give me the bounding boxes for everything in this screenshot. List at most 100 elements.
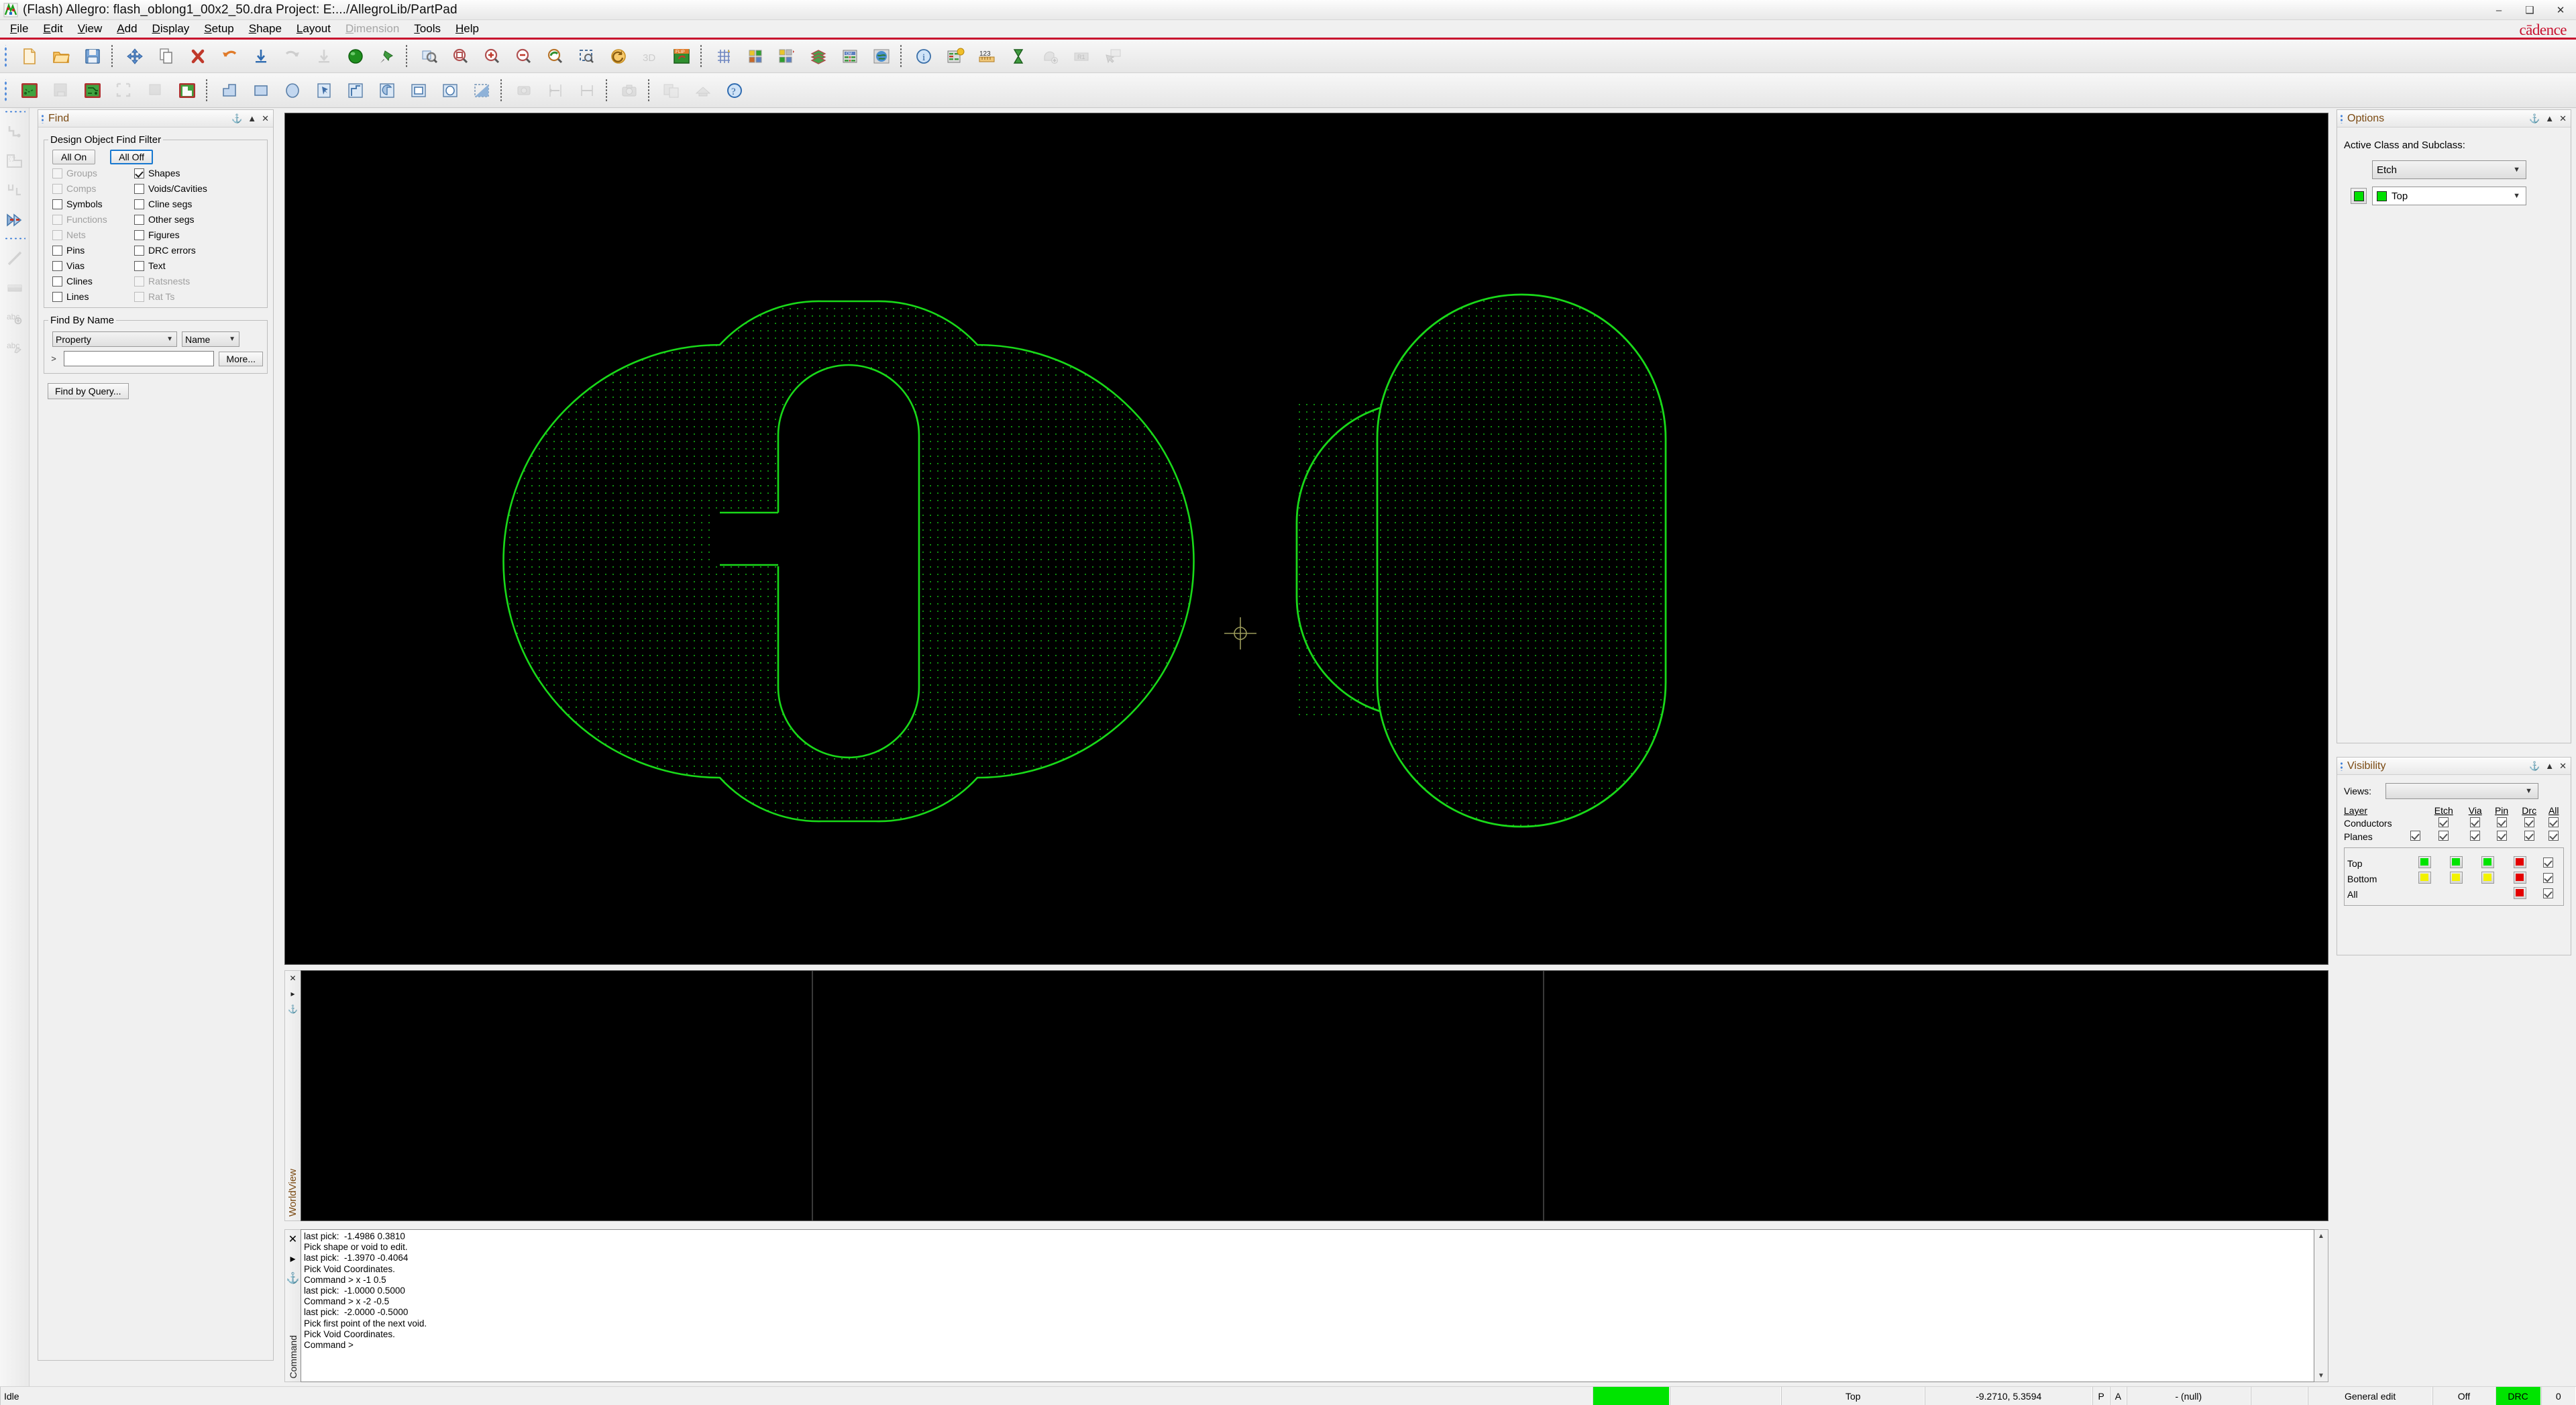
visibility-color-swatch[interactable] (2440, 855, 2472, 871)
close-button[interactable]: ✕ (2545, 0, 2576, 20)
visibility-check[interactable] (2544, 830, 2564, 843)
status-drc-badge[interactable]: DRC (2495, 1387, 2541, 1405)
select-shape-icon[interactable] (309, 76, 338, 105)
menu-layout[interactable]: Layout (289, 21, 338, 37)
square-void-icon[interactable] (404, 76, 433, 105)
toolbar-grip[interactable] (3, 237, 25, 243)
menu-tools[interactable]: Tools (407, 21, 448, 37)
shape-boundary-icon[interactable] (341, 76, 370, 105)
visibility-color-swatch[interactable] (2504, 855, 2536, 871)
visibility-color-swatch[interactable] (2472, 855, 2504, 871)
design-canvas[interactable] (284, 113, 2328, 965)
find-check-figures[interactable]: Figures (134, 229, 263, 240)
toolbar-grip[interactable] (3, 79, 10, 102)
visibility-layer-all-check[interactable] (2536, 855, 2561, 871)
find-check-lines[interactable]: Lines (52, 291, 134, 302)
all-on-button[interactable]: All On (52, 150, 96, 164)
find-check-symbols[interactable]: Symbols (52, 199, 134, 209)
find-check-vias[interactable]: Vias (52, 260, 134, 271)
close-icon[interactable]: ✕ (2559, 113, 2567, 124)
copy-icon[interactable] (152, 42, 180, 70)
pin-icon[interactable]: ⚓ (231, 113, 242, 124)
pin-icon[interactable]: ⚓ (2529, 113, 2540, 124)
find-check-clines[interactable]: Clines (52, 276, 134, 287)
menu-add[interactable]: Add (109, 21, 144, 37)
zoom-previous-icon[interactable] (541, 42, 570, 70)
visibility-layer-all-check[interactable] (2536, 886, 2561, 902)
drag-dots-icon[interactable] (2340, 113, 2344, 123)
green-ball-icon[interactable] (341, 42, 370, 70)
name-mode-select[interactable]: Name ▼ (182, 331, 239, 347)
property-table-icon[interactable] (941, 42, 969, 70)
pin-push-icon[interactable] (372, 42, 401, 70)
visibility-col-via[interactable]: Via (2462, 804, 2488, 817)
collapse-icon[interactable]: ▲ (2545, 113, 2554, 123)
circle-shape-icon[interactable] (278, 76, 307, 105)
find-check-pins[interactable]: Pins (52, 245, 134, 256)
find-check-voids-cavities[interactable]: Voids/Cavities (134, 183, 263, 194)
drag-dots-icon[interactable] (41, 113, 45, 123)
polygon-shape-icon[interactable] (215, 76, 244, 105)
gradient-void-icon[interactable] (467, 76, 496, 105)
console-log[interactable]: last pick: -1.4986 0.3810 Pick shape or … (301, 1229, 2314, 1382)
drag-dots-icon[interactable] (2340, 761, 2344, 771)
visibility-col-pin[interactable]: Pin (2488, 804, 2515, 817)
find-check-other-segs[interactable]: Other segs (134, 214, 263, 225)
visibility-check[interactable] (2462, 817, 2488, 830)
visibility-col-drc[interactable]: Drc (2515, 804, 2544, 817)
expand-icon[interactable]: ▸ (290, 989, 294, 998)
zoom-in-icon[interactable] (478, 42, 506, 70)
pin-icon[interactable]: ⚓ (286, 1271, 300, 1285)
collapse-icon[interactable]: ▲ (2545, 761, 2554, 771)
worldview-canvas[interactable] (301, 970, 2328, 1221)
flip-design-icon[interactable]: FLIP (667, 42, 696, 70)
visibility-color-swatch[interactable] (2409, 855, 2440, 871)
menu-help[interactable]: Help (448, 21, 486, 37)
zoom-fit-icon[interactable] (415, 42, 443, 70)
visibility-col-layer[interactable]: Layer (2344, 804, 2406, 817)
help-question-icon[interactable]: ? (720, 76, 749, 105)
refresh-circle-icon[interactable] (604, 42, 633, 70)
save-disk-icon[interactable] (78, 42, 107, 70)
visibility-color-swatch[interactable] (2409, 871, 2440, 886)
pin-icon[interactable]: ⚓ (288, 1004, 298, 1014)
visibility-check[interactable] (2515, 830, 2544, 843)
active-class-select[interactable]: Etch ▼ (2372, 160, 2526, 179)
new-file-icon[interactable] (15, 42, 44, 70)
menu-setup[interactable]: Setup (197, 21, 241, 37)
menu-edit[interactable]: Edit (36, 21, 70, 37)
visibility-color-swatch[interactable] (2472, 871, 2504, 886)
import-down-icon[interactable] (246, 42, 275, 70)
visibility-color-swatch[interactable] (2504, 871, 2536, 886)
find-check-shapes[interactable]: Shapes (134, 168, 263, 178)
toolbar-grip[interactable] (3, 110, 25, 116)
find-check-drc-errors[interactable]: DRC errors (134, 245, 263, 256)
delay-tune-icon[interactable] (1, 206, 28, 234)
find-name-input[interactable] (64, 351, 215, 366)
all-off-button[interactable]: All Off (110, 150, 153, 164)
object-type-select[interactable]: Property ▼ (52, 331, 177, 347)
zoom-selection-icon[interactable] (572, 42, 601, 70)
menu-shape[interactable]: Shape (241, 21, 289, 37)
menu-file[interactable]: File (3, 21, 36, 37)
visibility-col-etch[interactable]: Etch (2425, 804, 2462, 817)
subclass-stack-icon[interactable] (804, 42, 833, 70)
move-icon[interactable] (120, 42, 149, 70)
visibility-color-swatch[interactable] (2440, 871, 2472, 886)
maximize-button[interactable]: ❑ (2514, 0, 2545, 20)
visibility-check[interactable] (2425, 830, 2462, 843)
visibility-check[interactable] (2462, 830, 2488, 843)
views-select[interactable]: ▼ (2385, 783, 2538, 799)
route-keepin-icon[interactable] (78, 76, 107, 105)
collapse-icon[interactable]: ▲ (248, 113, 256, 123)
find-check-cline-segs[interactable]: Cline segs (134, 199, 263, 209)
visibility-lead-check[interactable] (2406, 830, 2425, 843)
scroll-down-icon[interactable]: ▼ (2318, 1369, 2324, 1382)
color-layers-icon[interactable] (772, 42, 801, 70)
color-palette-icon[interactable] (741, 42, 769, 70)
globe-grid-icon[interactable] (867, 42, 896, 70)
expand-icon[interactable]: ▸ (290, 1252, 295, 1265)
visibility-check[interactable] (2488, 830, 2515, 843)
grid-toggle-icon[interactable] (709, 42, 738, 70)
active-subclass-select[interactable]: Top ▼ (2372, 187, 2526, 205)
